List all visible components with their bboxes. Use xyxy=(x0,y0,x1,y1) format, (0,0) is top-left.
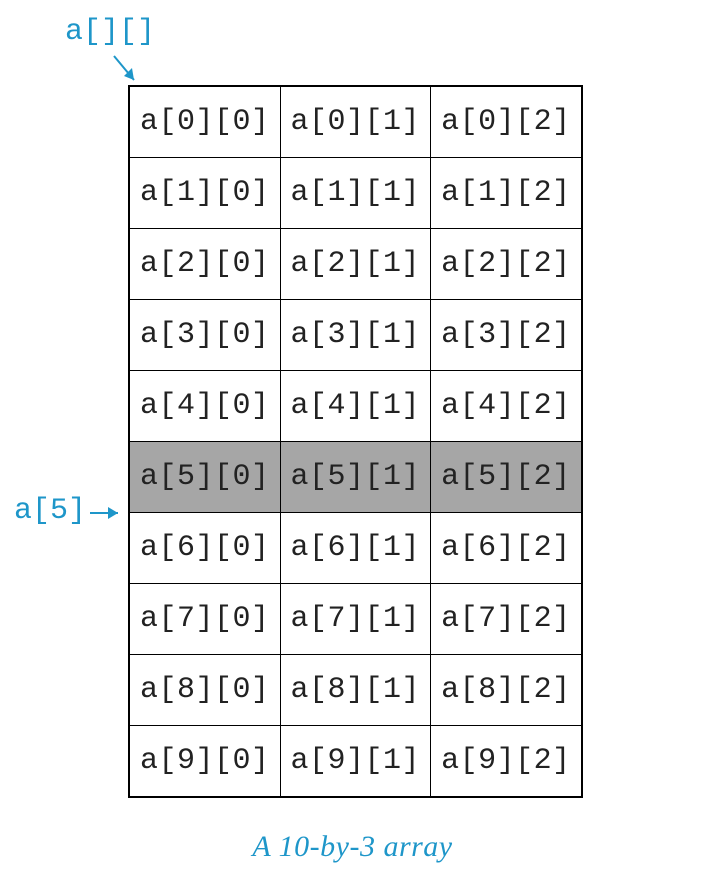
arrow-right-icon xyxy=(88,502,128,524)
array-cell: a[9][0] xyxy=(130,726,280,797)
array-cell: a[8][2] xyxy=(431,655,581,726)
array-cell: a[2][0] xyxy=(130,229,280,300)
table-row: a[8][0] a[8][1] a[8][2] xyxy=(130,655,581,726)
table-row: a[7][0] a[7][1] a[7][2] xyxy=(130,584,581,655)
table-row: a[3][0] a[3][1] a[3][2] xyxy=(130,300,581,371)
array-cell: a[7][2] xyxy=(431,584,581,655)
array-cell: a[1][1] xyxy=(280,158,431,229)
array-cell: a[3][2] xyxy=(431,300,581,371)
array-cell: a[8][0] xyxy=(130,655,280,726)
array-cell: a[1][0] xyxy=(130,158,280,229)
array-cell: a[9][1] xyxy=(280,726,431,797)
table-row-highlighted: a[5][0] a[5][1] a[5][2] xyxy=(130,442,581,513)
row-pointer-label: a[5] xyxy=(14,494,86,528)
array-declaration-label: a[][] xyxy=(65,15,155,49)
diagram-container: a[][] a[5] a[0][0] a[0][1] a[0][2] a[1][… xyxy=(0,0,705,886)
array-cell: a[4][0] xyxy=(130,371,280,442)
array-cell: a[7][1] xyxy=(280,584,431,655)
figure-caption: A 10-by-3 array xyxy=(0,830,705,864)
array-cell: a[9][2] xyxy=(431,726,581,797)
table-row: a[4][0] a[4][1] a[4][2] xyxy=(130,371,581,442)
table-row: a[1][0] a[1][1] a[1][2] xyxy=(130,158,581,229)
table-row: a[9][0] a[9][1] a[9][2] xyxy=(130,726,581,797)
table-row: a[2][0] a[2][1] a[2][2] xyxy=(130,229,581,300)
array-cell: a[6][0] xyxy=(130,513,280,584)
array-cell: a[7][0] xyxy=(130,584,280,655)
array-cell: a[0][2] xyxy=(431,87,581,158)
array-cell: a[3][1] xyxy=(280,300,431,371)
array-cell: a[1][2] xyxy=(431,158,581,229)
array-cell: a[5][2] xyxy=(431,442,581,513)
array-cell: a[8][1] xyxy=(280,655,431,726)
table-row: a[0][0] a[0][1] a[0][2] xyxy=(130,87,581,158)
array-cell: a[6][1] xyxy=(280,513,431,584)
array-cell: a[3][0] xyxy=(130,300,280,371)
array-cell: a[2][1] xyxy=(280,229,431,300)
array-cell: a[0][1] xyxy=(280,87,431,158)
array-cell: a[2][2] xyxy=(431,229,581,300)
array-table: a[0][0] a[0][1] a[0][2] a[1][0] a[1][1] … xyxy=(130,87,581,796)
array-cell: a[0][0] xyxy=(130,87,280,158)
table-row: a[6][0] a[6][1] a[6][2] xyxy=(130,513,581,584)
array-cell: a[6][2] xyxy=(431,513,581,584)
array-grid: a[0][0] a[0][1] a[0][2] a[1][0] a[1][1] … xyxy=(128,85,583,798)
array-cell: a[4][2] xyxy=(431,371,581,442)
array-cell: a[4][1] xyxy=(280,371,431,442)
array-cell: a[5][1] xyxy=(280,442,431,513)
array-cell: a[5][0] xyxy=(130,442,280,513)
